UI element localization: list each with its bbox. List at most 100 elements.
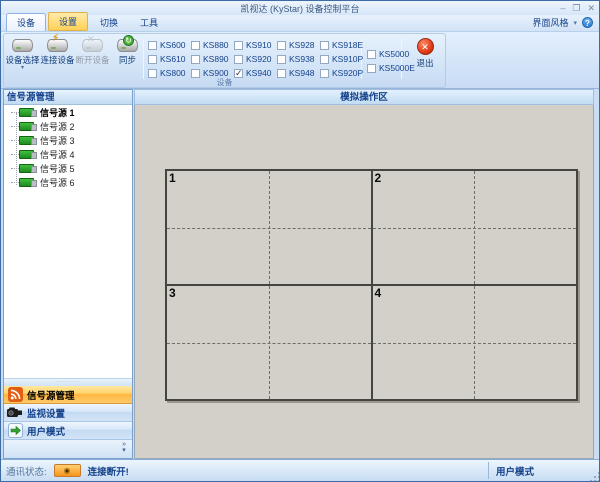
- capture-card-icon: [19, 164, 34, 173]
- pane-number: 3: [169, 286, 176, 300]
- tree-connector: [11, 126, 19, 127]
- tree-item-source-4[interactable]: 信号源 4: [4, 147, 132, 161]
- left-panel: 信号源管理 信号源 1 信号源 2 信号源 3 信号源 4 信号源 5 信号源 …: [3, 89, 133, 459]
- tree-item-label: 信号源 3: [40, 134, 75, 147]
- tree-connector: [11, 182, 19, 183]
- model-column: KS910 KS920 KS940: [234, 38, 277, 80]
- model-checkbox-ks920[interactable]: KS920: [234, 52, 277, 66]
- panel-splitter[interactable]: ········: [4, 378, 132, 386]
- camera-icon: [7, 405, 23, 421]
- green-arrow-icon: [7, 423, 23, 439]
- nav-item-label: 监视设置: [27, 406, 65, 420]
- model-checkbox-ks600[interactable]: KS600: [148, 38, 191, 52]
- nav-monitor-settings[interactable]: 监视设置: [4, 404, 132, 422]
- capture-card-icon: [19, 108, 34, 117]
- tree-item-label: 信号源 1: [40, 106, 75, 119]
- nav-overflow-button[interactable]: » ▾: [122, 442, 126, 454]
- model-label: KS610: [160, 54, 186, 64]
- tab-settings[interactable]: 设置: [48, 12, 88, 31]
- simulation-panel: 模拟操作区 1 2 3: [134, 89, 594, 459]
- capture-card-icon: [19, 122, 34, 131]
- model-column: KS880 KS890 KS900: [191, 38, 234, 80]
- model-checkbox-ks928[interactable]: KS928: [277, 38, 320, 52]
- resize-grip[interactable]: [594, 476, 596, 478]
- tree-item-source-5[interactable]: 信号源 5: [4, 161, 132, 175]
- nav-item-label: 信号源管理: [27, 388, 75, 402]
- device-model-checkbox-grid: KS600 KS610 KS800 KS880 KS890 KS900 KS91…: [148, 38, 367, 80]
- nav-user-mode[interactable]: 用户模式: [4, 422, 132, 440]
- model-checkbox-ks880[interactable]: KS880: [191, 38, 234, 52]
- model-checkbox-ks910[interactable]: KS910: [234, 38, 277, 52]
- tree-item-label: 信号源 4: [40, 148, 75, 161]
- button-label: 断开设备: [75, 54, 109, 66]
- checkbox-icon: [367, 64, 376, 73]
- close-button[interactable]: ✕: [587, 2, 595, 14]
- tree-item-source-2[interactable]: 信号源 2: [4, 119, 132, 133]
- window-title: 凯视达 (KyStar) 设备控制平台: [240, 2, 359, 15]
- lightning-icon: ⚡: [52, 34, 59, 44]
- model-checkbox-ks890[interactable]: KS890: [191, 52, 234, 66]
- model-column: KS928 KS938 KS948: [277, 38, 320, 80]
- nav-overflow-strip: » ▾: [4, 440, 132, 458]
- exit-button[interactable]: ✕ 退出: [406, 38, 444, 69]
- app-window: 凯视达 (KyStar) 设备控制平台 – ❐ ✕ 设备 设置 切换 工具 界面…: [0, 0, 600, 482]
- tree-connector-line: [16, 113, 17, 185]
- model-checkbox-ks938[interactable]: KS938: [277, 52, 320, 66]
- tab-device[interactable]: 设备: [6, 13, 46, 31]
- tree-connector: [11, 140, 19, 141]
- comm-status-label: 通讯状态:: [6, 464, 47, 478]
- ribbon-group-device: 设备选择 ▾ ⚡ 连接设备 ✕ 断开设备 ↻ 同步: [3, 33, 446, 88]
- ribbon-group-label: 设备: [4, 77, 445, 87]
- model-checkbox-ks918e[interactable]: KS918E: [320, 38, 367, 52]
- simulation-panel-header: 模拟操作区: [134, 89, 594, 105]
- simulation-area: 1 2 3 4: [134, 105, 594, 459]
- tree-item-source-6[interactable]: 信号源 6: [4, 175, 132, 189]
- checkbox-icon: [191, 41, 200, 50]
- interface-style-button[interactable]: 界面风格: [532, 16, 568, 29]
- tree-connector: [11, 112, 19, 113]
- checkbox-icon: [320, 55, 329, 64]
- drive-lightning-icon: ⚡: [47, 39, 68, 52]
- sync-button[interactable]: ↻ 同步: [110, 36, 145, 71]
- dashed-divider: [373, 228, 577, 229]
- model-label: KS890: [203, 54, 229, 64]
- capture-card-icon: [19, 178, 34, 187]
- model-checkbox-ks910p[interactable]: KS910P: [320, 52, 367, 66]
- comm-status-value: 连接断开!: [88, 464, 129, 478]
- minimize-button[interactable]: –: [560, 2, 565, 14]
- tree-item-source-1[interactable]: 信号源 1: [4, 105, 132, 119]
- connect-device-button[interactable]: ⚡ 连接设备: [40, 36, 75, 71]
- title-right-controls: 界面风格 ▾ ?: [532, 16, 593, 29]
- signal-source-tree: 信号源 1 信号源 2 信号源 3 信号源 4 信号源 5 信号源 6: [4, 105, 132, 378]
- pane-number: 2: [375, 171, 382, 185]
- model-checkbox-ks610[interactable]: KS610: [148, 52, 191, 66]
- wall-pane-2[interactable]: 2: [372, 170, 578, 285]
- chevron-down-icon: ▾: [122, 448, 126, 454]
- dropdown-arrow-icon: ▾: [21, 66, 24, 71]
- device-select-button[interactable]: 设备选择 ▾: [5, 36, 40, 71]
- connection-indicator-button[interactable]: [54, 464, 81, 477]
- checkbox-icon: [367, 50, 376, 59]
- wall-pane-1[interactable]: 1: [166, 170, 372, 285]
- model-label: KS938: [289, 54, 315, 64]
- nav-item-label: 用户模式: [27, 424, 65, 438]
- group-separator: [143, 39, 144, 79]
- tree-item-source-3[interactable]: 信号源 3: [4, 133, 132, 147]
- tree-connector: [11, 168, 19, 169]
- wall-pane-3[interactable]: 3: [166, 285, 372, 400]
- nav-signal-source-management[interactable]: 信号源管理: [4, 386, 132, 404]
- checkbox-icon: [234, 41, 243, 50]
- model-column: KS600 KS610 KS800: [148, 38, 191, 80]
- help-icon[interactable]: ?: [582, 17, 593, 28]
- capture-card-icon: [19, 150, 34, 159]
- tab-switch[interactable]: 切换: [90, 14, 128, 31]
- drive-sync-icon: ↻: [117, 39, 138, 52]
- model-label: KS600: [160, 40, 186, 50]
- status-bar: 通讯状态: 连接断开! 用户模式: [1, 459, 599, 481]
- maximize-button[interactable]: ❐: [572, 2, 580, 14]
- wall-pane-4[interactable]: 4: [372, 285, 578, 400]
- tab-tools[interactable]: 工具: [130, 14, 168, 31]
- dashed-divider: [167, 343, 371, 344]
- chevron-down-icon[interactable]: ▾: [573, 19, 577, 27]
- drive-icon: [12, 39, 33, 52]
